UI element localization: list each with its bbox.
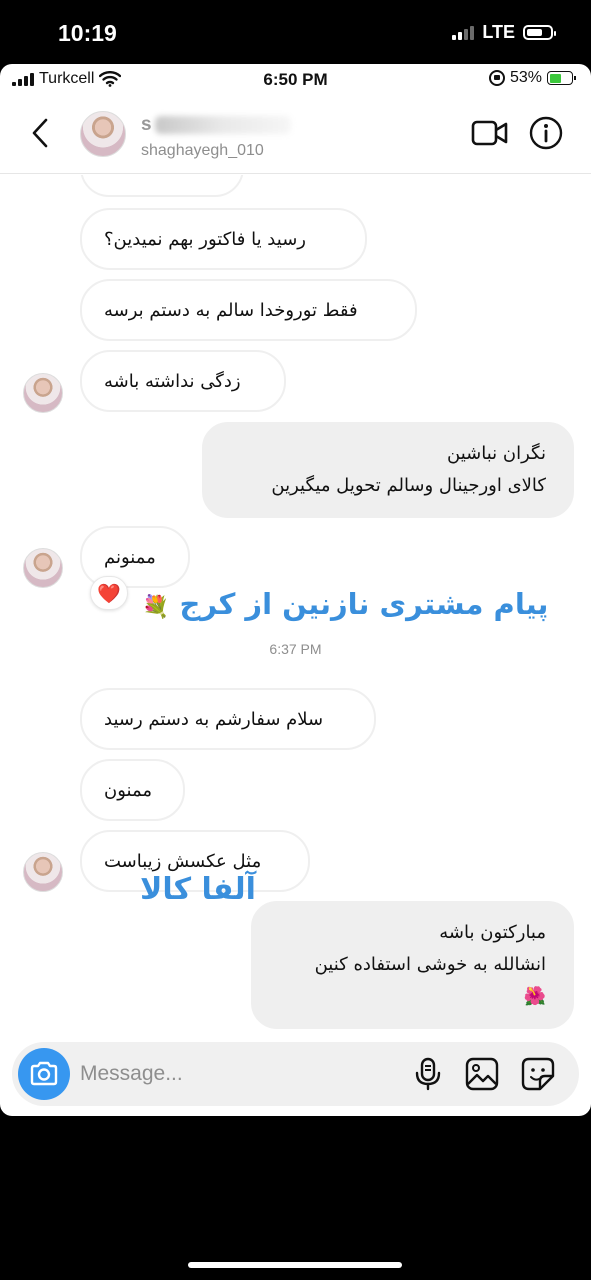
video-call-icon[interactable] — [470, 116, 510, 150]
message-composer — [12, 1042, 579, 1106]
camera-button[interactable] — [18, 1048, 70, 1100]
rotation-lock-icon — [488, 70, 505, 86]
brand-watermark: آلفا کالا — [140, 872, 256, 907]
sender-avatar[interactable] — [23, 548, 63, 588]
my-message-bubble[interactable]: مبارکتون باشه انشالله به خوشی استفاده کن… — [251, 901, 574, 1029]
phone-time: 10:19 — [58, 20, 117, 46]
battery-icon — [523, 25, 556, 40]
message-bubble[interactable]: فقط توروخدا سالم به دستم برسه — [80, 279, 417, 341]
battery-icon — [547, 71, 576, 85]
my-message-bubble[interactable]: نگران نباشین کالای اورجینال وسالم تحویل … — [202, 422, 574, 518]
timestamp: 6:37 PM — [269, 641, 322, 657]
message-text: انشالله به خوشی استفاده کنین — [314, 954, 546, 975]
message-text: کالای اورجینال وسالم تحویل میگیرین — [271, 475, 546, 496]
sticker-icon[interactable] — [520, 1056, 556, 1092]
message-bubble[interactable] — [80, 175, 244, 197]
info-icon[interactable] — [528, 115, 564, 151]
sender-avatar[interactable] — [23, 373, 63, 413]
gallery-icon[interactable] — [464, 1056, 500, 1092]
inner-status-bar: Turkcell 6:50 PM 53% — [0, 64, 591, 94]
battery-percent: 53% — [509, 69, 542, 86]
chat-header: s shaghayegh_010 — [0, 94, 591, 174]
message-bubble[interactable]: ممنون — [80, 759, 185, 821]
message-text: ممنون — [104, 779, 152, 801]
hibiscus-icon: 🌺 — [523, 986, 546, 1007]
contact-username[interactable]: shaghayegh_010 — [141, 142, 264, 160]
message-text: رسید یا فاکتور بهم نمیدین؟ — [104, 228, 306, 250]
message-input[interactable] — [80, 1056, 400, 1092]
caption-text: پیام مشتری نازنین از کرج — [179, 587, 549, 621]
camera-icon — [30, 1061, 58, 1086]
message-bubble[interactable]: زدگی نداشته باشه — [80, 350, 286, 412]
phone-status-bar: 10:19 LTE — [0, 0, 591, 64]
message-text: زدگی نداشته باشه — [104, 370, 241, 392]
contact-name-initial: s — [141, 114, 152, 135]
message-text: نگران نباشین — [447, 443, 546, 464]
message-list[interactable]: رسید یا فاکتور بهم نمیدین؟ فقط توروخدا س… — [0, 175, 591, 1033]
message-bubble[interactable]: رسید یا فاکتور بهم نمیدین؟ — [80, 208, 367, 270]
inner-status-icons: 53% — [488, 69, 576, 87]
message-text: ممنونم — [104, 546, 156, 568]
message-text: فقط توروخدا سالم به دستم برسه — [104, 299, 358, 321]
heart-reaction[interactable]: ❤️ — [90, 576, 128, 610]
sender-avatar[interactable] — [23, 852, 63, 892]
name-blur — [155, 116, 291, 134]
contact-name[interactable]: s — [141, 114, 291, 136]
microphone-icon[interactable] — [410, 1056, 446, 1092]
message-text: سلام سفارشم به دستم رسید — [104, 708, 324, 730]
back-arrow-icon[interactable] — [26, 116, 56, 150]
network-label: LTE — [482, 22, 515, 42]
instagram-dm-screen: Turkcell 6:50 PM 53% s shaghayegh_010 رس… — [0, 64, 591, 1116]
phone-status-icons: LTE — [452, 22, 556, 43]
bouquet-icon: 💐 — [142, 595, 170, 620]
avatar[interactable] — [80, 111, 126, 157]
message-bubble[interactable]: سلام سفارشم به دستم رسید — [80, 688, 376, 750]
home-indicator[interactable] — [188, 1262, 402, 1268]
signal-icon — [452, 25, 475, 40]
customer-caption: پیام مشتری نازنین از کرج 💐 — [142, 587, 548, 621]
message-text: مبارکتون باشه — [439, 922, 546, 943]
message-text: مثل عکسش زیباست — [104, 850, 262, 872]
